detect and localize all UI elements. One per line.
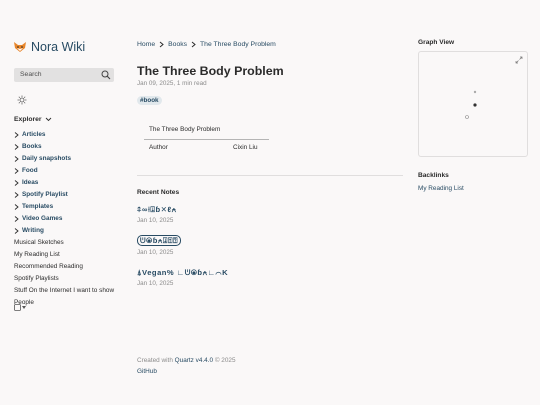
file-spotify-playlists[interactable]: Spotify Playlists (14, 273, 134, 285)
folder-video-games[interactable]: Video Games (14, 213, 134, 225)
folder-writing[interactable]: Writing (14, 225, 134, 237)
folder-templates[interactable]: Templates (14, 201, 134, 213)
recent-note-3-label: ⍋Vegan% ∟ᕫ⦿ɓ⍲∟⌒K (137, 268, 229, 277)
search-input[interactable]: Search (14, 68, 114, 82)
file-my-reading-list[interactable]: My Reading List (14, 249, 134, 261)
breadcrumb-books[interactable]: Books (168, 41, 187, 48)
quartz-link[interactable]: Quartz v4.4.0 (175, 357, 213, 364)
fox-icon (14, 42, 26, 52)
graph-view-title: Graph View (418, 39, 455, 46)
chevron-right-icon (159, 41, 164, 48)
folder-label: Daily snapshots (22, 155, 72, 162)
chevron-right-icon (14, 168, 19, 174)
chevron-right-icon (14, 180, 19, 186)
chevron-right-icon (14, 132, 19, 138)
github-link[interactable]: GitHub (137, 366, 236, 377)
recent-note-1[interactable]: ⍏∞⍿⍗ɓ✕ℓ⍲ (137, 205, 177, 215)
graph-canvas (465, 90, 477, 119)
folder-label: Articles (22, 131, 46, 138)
folder-spotify-playlist[interactable]: Spotify Playlist (14, 189, 134, 201)
folder-daily-snapshots[interactable]: Daily snapshots (14, 153, 134, 165)
file-recommended-reading[interactable]: Recommended Reading (14, 261, 134, 273)
graph-node (473, 90, 477, 94)
language-selector[interactable] (14, 304, 27, 311)
search-icon[interactable] (101, 70, 111, 80)
chevron-right-icon (14, 228, 19, 234)
search-label: Search (20, 71, 42, 78)
chevron-right-icon (14, 216, 19, 222)
backlinks-title: Backlinks (418, 172, 449, 179)
explorer-tree: Articles Books Daily snapshots Food Idea… (14, 129, 134, 309)
folder-label: Food (22, 167, 38, 174)
caret-down-icon (22, 306, 26, 309)
breadcrumb: Home Books The Three Body Problem (137, 41, 276, 48)
chevron-down-icon (45, 117, 51, 122)
chevron-right-icon (14, 144, 19, 150)
globe-icon (14, 304, 21, 311)
page-meta: Jan 09, 2025, 1 min read (137, 80, 207, 87)
recent-note-3-date: Jan 10, 2025 (137, 280, 174, 287)
footer-credit: Created with Quartz v4.4.0 © 2025 (137, 355, 236, 366)
explorer-toggle[interactable]: Explorer (14, 116, 52, 123)
file-musical-sketches[interactable]: Musical Sketches (14, 237, 134, 249)
folder-ideas[interactable]: Ideas (14, 177, 134, 189)
folder-food[interactable]: Food (14, 165, 134, 177)
folder-label: Spotify Playlist (22, 191, 68, 198)
folder-label: Books (22, 143, 42, 150)
table-divider (144, 139, 269, 141)
divider (137, 175, 403, 176)
site-brand[interactable]: Nora Wiki (14, 40, 85, 54)
recent-note-3[interactable]: ⍋Vegan% ∟ᕫ⦿ɓ⍲∟⌒K (137, 268, 228, 278)
table-key: Author (149, 144, 168, 151)
chevron-right-icon (14, 204, 19, 210)
file-people[interactable]: People (14, 297, 134, 309)
page-title: The Three Body Problem (137, 64, 284, 78)
tag-badge[interactable]: #book (137, 96, 162, 105)
breadcrumb-current[interactable]: The Three Body Problem (200, 41, 276, 48)
footer-created: Created with (137, 357, 173, 364)
recent-notes-title: Recent Notes (137, 189, 180, 196)
explorer-title: Explorer (14, 116, 42, 123)
chevron-right-icon (14, 156, 19, 162)
table-value: Cixin Liu (233, 144, 258, 151)
folder-label: Video Games (22, 215, 63, 222)
graph-node (465, 115, 469, 119)
folder-label: Writing (22, 227, 44, 234)
breadcrumb-home[interactable]: Home (137, 41, 155, 48)
folder-books[interactable]: Books (14, 141, 134, 153)
footer: Created with Quartz v4.4.0 © 2025 GitHub (137, 355, 236, 377)
table-header: The Three Body Problem (149, 126, 221, 133)
theme-toggle-sun-icon[interactable] (17, 95, 27, 105)
backlink-item[interactable]: My Reading List (418, 185, 464, 192)
site-title[interactable]: Nora Wiki (31, 40, 85, 54)
folder-label: Templates (22, 203, 54, 210)
recent-note-2-date: Jan 10, 2025 (137, 249, 174, 256)
footer-year: © 2025 (214, 357, 236, 364)
chevron-right-icon (191, 41, 196, 48)
graph-node-current (473, 103, 477, 107)
folder-label: Ideas (22, 179, 39, 186)
recent-note-2[interactable]: ᕫ⦿ɓ⍲⍗⍐⍰ (137, 235, 182, 246)
folder-articles[interactable]: Articles (14, 129, 134, 141)
file-stuff-on-the-internet[interactable]: Stuff On the Internet I want to show (14, 285, 134, 297)
graph-view[interactable] (418, 51, 528, 157)
recent-note-1-date: Jan 10, 2025 (137, 217, 174, 224)
chevron-right-icon (14, 192, 19, 198)
recent-note-2-label: ᕫ⦿ɓ⍲⍗⍐⍰ (137, 235, 182, 246)
